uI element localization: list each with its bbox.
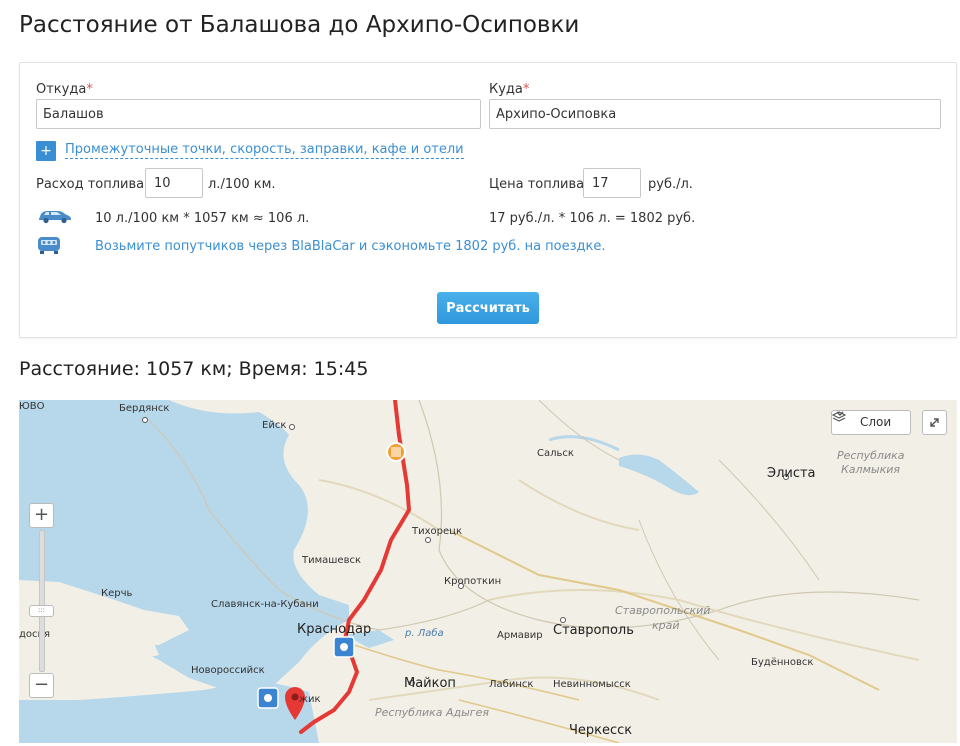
map-label-gelendzhik: жик xyxy=(299,694,321,705)
price-input[interactable] xyxy=(583,168,641,198)
consumption-label: Расход топлива xyxy=(36,177,145,192)
chevron-down-icon xyxy=(836,411,844,416)
to-input[interactable] xyxy=(489,99,941,129)
options-link[interactable]: Промежуточные точки, скорость, заправки,… xyxy=(65,142,464,159)
route-form: Откуда* Куда* + Промежуточные точки, ско… xyxy=(19,62,957,338)
map-label-novorossiysk: Новороссийск xyxy=(191,665,265,676)
map-label-timashevsk: Тимашевск xyxy=(302,555,362,566)
layers-button[interactable]: Слои xyxy=(831,410,911,435)
map-label-maikop: Майкоп xyxy=(404,676,456,691)
route-map[interactable]: ЮВО Бердянск Ейск Сальск Элиста Республи… xyxy=(19,400,957,743)
fullscreen-button[interactable] xyxy=(922,410,947,435)
map-label-labinsk: Лабинск xyxy=(489,679,534,690)
map-label-stavropol-krai-1: Ставропольский xyxy=(615,604,711,617)
map-label-kropotkin: Кропоткин xyxy=(444,576,502,587)
map-label-feodosia: досия xyxy=(19,629,51,640)
zoom-slider-thumb[interactable]: ::: xyxy=(29,605,54,617)
manych-lake xyxy=(619,454,699,496)
map-label-budennovsk: Будённовск xyxy=(751,657,814,668)
map-label-tikhoretsk: Тихорецк xyxy=(412,526,462,537)
zoom-in-button[interactable]: + xyxy=(29,503,54,528)
destination-marker-dot xyxy=(291,693,299,701)
to-label: Куда* xyxy=(489,82,530,97)
camera-lens-krasnodar xyxy=(340,643,348,651)
price-unit: руб./л. xyxy=(648,177,693,192)
map-label-elista: Элиста xyxy=(767,466,816,481)
map-label-kalmykia-2: Калмыкия xyxy=(841,463,900,476)
zoom-slider-track[interactable] xyxy=(39,530,45,672)
map-label-cherkessk: Черкесск xyxy=(569,723,633,738)
map-canvas[interactable] xyxy=(19,400,957,743)
calculate-button[interactable]: Рассчитать xyxy=(437,292,539,324)
add-waypoint-button[interactable]: + xyxy=(36,141,56,161)
fuel-calculation: 10 л./100 км * 1057 км ≈ 106 л. xyxy=(95,211,310,226)
distance-time-summary: Расстояние: 1057 км; Время: 15:45 xyxy=(19,358,369,380)
map-label-kerch: Керчь xyxy=(101,588,133,599)
layers-label: Слои xyxy=(860,415,892,429)
consumption-input[interactable] xyxy=(145,168,203,198)
price-label: Цена топлива xyxy=(489,177,585,192)
cost-calculation: 17 руб./л. * 106 л. = 1802 руб. xyxy=(489,211,696,226)
map-label-krasnodar: Краснодар xyxy=(297,622,372,637)
city-dot-berdyansk xyxy=(142,417,148,423)
consumption-unit: л./100 км. xyxy=(208,177,276,192)
fuel-station-glyph xyxy=(391,447,401,457)
map-label-stavropol-krai-2: край xyxy=(652,619,680,632)
map-label-armavir: Армавир xyxy=(497,630,543,641)
city-dot-tikhoretsk xyxy=(425,537,431,543)
car-icon xyxy=(39,211,71,224)
map-label-eysk: Ейск xyxy=(262,420,287,431)
carpool-icon xyxy=(38,237,60,254)
city-dot-eysk xyxy=(289,424,295,430)
page-title: Расстояние от Балашова до Архипо-Осиповк… xyxy=(19,12,580,38)
expand-icon xyxy=(930,418,939,427)
map-label-stavropol: Ставрополь xyxy=(553,623,634,638)
map-label-slavyansk: Славянск-на-Кубани xyxy=(211,599,319,610)
camera-lens-coast xyxy=(264,694,272,702)
from-label: Откуда* xyxy=(36,82,93,97)
zoom-out-button[interactable]: − xyxy=(29,673,54,698)
map-label-partial-top: ЮВО xyxy=(19,401,45,412)
map-label-berdyansk: Бердянск xyxy=(119,403,170,414)
city-dot-stavropol xyxy=(560,617,566,623)
map-label-salsk: Сальск xyxy=(537,448,574,459)
from-input[interactable] xyxy=(36,99,481,129)
map-label-adygea: Республика Адыгея xyxy=(375,706,489,719)
blablacar-link[interactable]: Возьмите попутчиков через BlaBlaCar и сэ… xyxy=(95,239,606,254)
map-label-nevinnomyssk: Невинномысск xyxy=(553,679,631,690)
map-label-laba-river: р. Лаба xyxy=(405,628,444,639)
map-label-kalmykia-1: Республика xyxy=(837,449,905,462)
